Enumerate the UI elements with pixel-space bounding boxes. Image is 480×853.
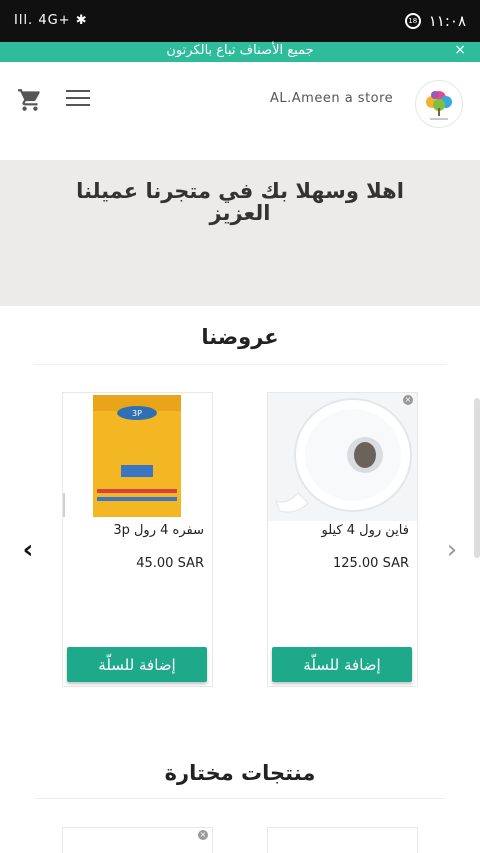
add-to-cart-button[interactable]: إضافة للسلّة [67,647,207,682]
chevron-left-icon[interactable]: ‹ [16,536,40,564]
cart-icon[interactable] [17,87,43,113]
remove-icon[interactable]: × [198,830,208,840]
napkin-pack-image: 3P [63,393,212,521]
site-header: AL.Ameen a store [0,62,480,142]
product-image[interactable]: 3P [63,393,212,521]
clock: ١١:٠٨ [428,12,466,30]
promo-text: جميع الأصناف تباع بالكرتون [166,43,314,58]
paper-roll-image [268,393,417,521]
store-name[interactable]: AL.Ameen a store [270,91,393,106]
product-card[interactable]: × فاين رول 4 كيلو 125.00 SAR إضافة للسلّ… [267,392,418,687]
product-name[interactable]: سفره 4 رول 3p [113,523,204,538]
divider [34,798,446,799]
offers-title: عروضنا [201,325,279,349]
product-name[interactable]: فاين رول 4 كيلو [321,523,409,538]
status-right: 18 ١١:٠٨ [404,12,466,30]
product-price: 125.00 SAR [332,556,409,571]
remove-icon[interactable]: × [403,395,413,405]
add-to-cart-button[interactable]: إضافة للسلّة [272,647,412,682]
store-logo[interactable] [415,80,463,128]
featured-title: منتجات مختارة [164,761,316,785]
status-bar: Ill. 4G+ ✱ 18 ١١:٠٨ [0,0,480,42]
promo-banner: جميع الأصناف تباع بالكرتون × [0,42,480,62]
product-card[interactable] [267,827,418,853]
menu-icon[interactable] [66,90,90,110]
signal-indicators: Ill. 4G+ ✱ [14,13,88,28]
product-card[interactable]: × [62,827,213,853]
battery-icon: 18 [404,13,421,29]
tree-logo-icon [426,91,452,120]
product-image[interactable] [268,393,417,521]
welcome-text: اهلا وسهلا بك في متجرنا عميلنا العزيز [76,179,404,225]
carousel-scroll-handle[interactable] [474,398,480,558]
svg-text:3P: 3P [132,409,142,418]
chevron-right-icon[interactable]: › [440,536,464,564]
close-icon[interactable]: × [454,42,466,58]
welcome-banner: اهلا وسهلا بك في متجرنا عميلنا العزيز [0,160,480,306]
product-card[interactable]: 3P سفره 4 رول 3p 45.00 SAR إضافة للسلّة [62,392,213,687]
product-price: 45.00 SAR [136,556,204,571]
divider [34,364,446,365]
